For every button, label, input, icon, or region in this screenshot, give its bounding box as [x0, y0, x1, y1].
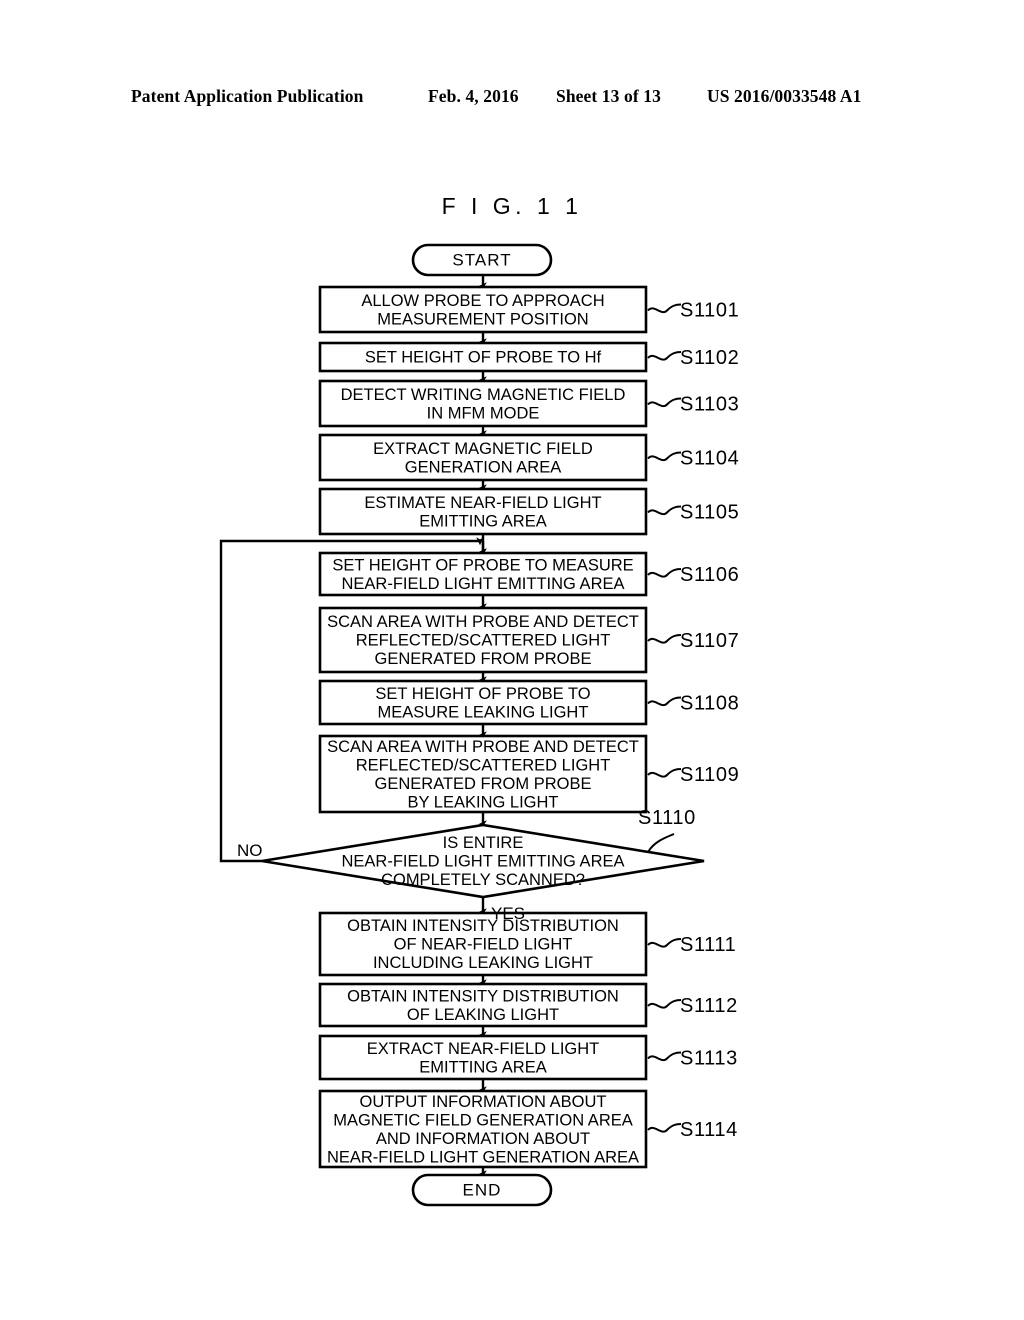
step-leader-s1110 [647, 833, 675, 853]
process-box-label-s1102: SET HEIGHT OF PROBE TO Hf [365, 349, 602, 367]
step-leader-s1101 [647, 303, 682, 314]
step-id-s1106: S1106 [680, 564, 739, 586]
step-leader-s1112 [647, 999, 682, 1009]
step-leader-s1109 [647, 768, 682, 778]
step-id-s1111: S1111 [680, 934, 736, 956]
start-terminator-label: START [452, 251, 511, 270]
step-leader-s1108 [647, 696, 682, 707]
step-id-s1105: S1105 [680, 502, 739, 524]
step-leader-s1103 [647, 397, 682, 408]
step-id-s1102: S1102 [680, 347, 739, 369]
step-leader-s1104 [647, 451, 682, 462]
step-id-s1113: S1113 [680, 1048, 738, 1070]
process-box-label-s1108: SET HEIGHT OF PROBE TO MEASURE LEAKING LI… [375, 685, 590, 722]
step-id-s1110: S1110 [638, 807, 696, 829]
step-id-s1108: S1108 [680, 693, 739, 715]
step-id-s1109: S1109 [680, 764, 739, 786]
step-id-s1114: S1114 [680, 1119, 738, 1141]
step-leader-s1102 [647, 351, 682, 361]
step-leader-s1105 [647, 505, 682, 516]
branch-label-no: NO [237, 841, 263, 860]
step-id-s1104: S1104 [680, 448, 739, 470]
step-id-s1107: S1107 [680, 630, 739, 652]
branch-label-yes: YES [491, 904, 525, 923]
process-box-label-s1104: EXTRACT MAGNETIC FIELD GENERATION AREA [373, 440, 593, 477]
flowchart-diagram: START ALLOW PROBE TO APPROACH MEASUREMENT … [219, 243, 739, 1207]
step-leader-s1111 [647, 938, 682, 948]
step-id-s1101: S1101 [680, 300, 739, 322]
step-leader-s1113 [647, 1051, 682, 1062]
step-leader-s1114 [647, 1123, 682, 1133]
patent-figure-page: Patent Application Publication Feb. 4, 2… [0, 0, 1024, 1320]
step-leader-s1107 [647, 634, 682, 644]
end-terminator-label: END [463, 1181, 502, 1200]
step-id-s1112: S1112 [680, 995, 738, 1017]
process-box-label-s1106: SET HEIGHT OF PROBE TO MEASURE NEAR-FIELD… [332, 556, 633, 593]
step-leader-s1106 [647, 568, 682, 578]
step-id-s1103: S1103 [680, 394, 739, 416]
process-box-label-s1101: ALLOW PROBE TO APPROACH MEASUREMENT POSIT… [361, 292, 604, 329]
